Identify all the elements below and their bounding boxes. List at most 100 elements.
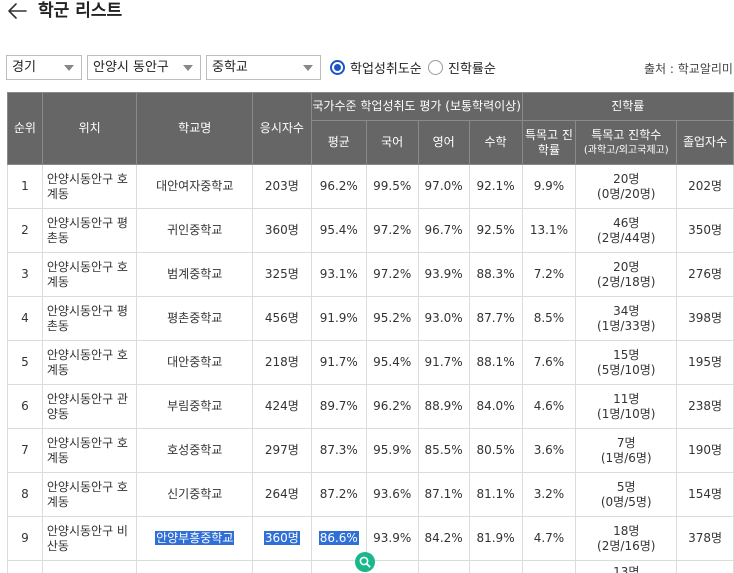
special-count-total: 11명 bbox=[613, 391, 640, 406]
school-name-cell: 신기중학교 bbox=[136, 472, 253, 517]
school-name-cell: 평촌중학교 bbox=[136, 296, 253, 341]
examinees-cell: 424명 bbox=[251, 384, 312, 429]
filter-bar: 경기 안양시 동안구 중학교 학업성취도순 진학률순 출처 : 학교알리미 bbox=[6, 55, 734, 81]
math-cell: 88.1% bbox=[468, 340, 523, 385]
col-school[interactable]: 학교명 bbox=[136, 92, 253, 165]
col-special-rate[interactable]: 특목고 진학률 bbox=[521, 120, 577, 165]
special-count-total: 15명 bbox=[613, 347, 640, 362]
location-cell: 안양시동안구 호계동 bbox=[41, 164, 138, 209]
school-name-cell: 범계중학교 bbox=[136, 252, 253, 297]
school-name-cell: 대안중학교 bbox=[136, 340, 253, 385]
avg-cell: 96.2% bbox=[310, 164, 367, 209]
special-rate-cell: 4.7% bbox=[521, 516, 577, 561]
col-korean[interactable]: 국어 bbox=[365, 120, 419, 165]
col-special-count-label: 특목고 진학수 bbox=[591, 127, 662, 142]
english-cell: 88.9% bbox=[417, 384, 470, 429]
math-cell: 81.1% bbox=[468, 472, 523, 517]
col-location[interactable]: 위치 bbox=[41, 92, 138, 165]
math-cell: 87.7% bbox=[468, 296, 523, 341]
school-name-cell: 호성중학교 bbox=[136, 428, 253, 473]
table-row[interactable]: 4 안양시동안구 평촌동 평촌중학교 456명 91.9% 95.2% 93.0% 87.7%… bbox=[7, 296, 734, 341]
rank-cell: 9 bbox=[7, 516, 43, 561]
location-cell: 안양시동안구 호계동 bbox=[41, 340, 138, 385]
source-note: 출처 : 학교알리미 bbox=[644, 62, 733, 76]
english-cell: 91.7% bbox=[417, 340, 470, 385]
col-avg[interactable]: 평균 bbox=[310, 120, 367, 165]
examinees-cell: 456명 bbox=[251, 296, 312, 341]
sort-radio-achievement[interactable]: 학업성취도순 bbox=[330, 57, 422, 77]
special-rate-cell: 8.5% bbox=[521, 296, 577, 341]
special-count-cell: 7명 (1명/6명) bbox=[575, 428, 678, 473]
sort-radio-advancement[interactable]: 진학률순 bbox=[428, 57, 496, 77]
col-graduates[interactable]: 졸업자수 bbox=[676, 120, 734, 165]
special-count-cell: 20명 (2명/18명) bbox=[575, 252, 678, 297]
location-cell: 안양시동안구 호계동 bbox=[41, 428, 138, 473]
empty-cell bbox=[468, 560, 523, 573]
empty-cell bbox=[417, 560, 470, 573]
special-count-detail: (0명/5명) bbox=[600, 494, 652, 509]
english-cell: 93.0% bbox=[417, 296, 470, 341]
arrow-left-icon[interactable] bbox=[6, 2, 28, 20]
table-row[interactable]: 5 안양시동안구 호계동 대안중학교 218명 91.7% 95.4% 91.7% 88.1%… bbox=[7, 340, 734, 385]
table-row[interactable]: 1 안양시동안구 호계동 대안여자중학교 203명 96.2% 99.5% 97.0% 92.… bbox=[7, 164, 734, 209]
special-count-cell: 46명 (2명/44명) bbox=[575, 208, 678, 253]
special-count-cell: 20명 (0명/20명) bbox=[575, 164, 678, 209]
avg-cell: 89.7% bbox=[310, 384, 367, 429]
table-header: 순위 위치 학교명 응시자수 국가수준 학업성취도 평가 (보통학력이상) 진학… bbox=[7, 92, 734, 165]
math-cell: 84.0% bbox=[468, 384, 523, 429]
graduates-cell: 378명 bbox=[676, 516, 734, 561]
search-fab[interactable] bbox=[355, 552, 375, 572]
district-select[interactable]: 안양시 동안구 bbox=[87, 55, 201, 80]
col-examinees[interactable]: 응시자수 bbox=[251, 92, 312, 165]
special-count-cell: 5명 (0명/5명) bbox=[575, 472, 678, 517]
location-cell: 안양시동안구 비산동 bbox=[41, 516, 138, 561]
school-name-cell: 대안여자중학교 bbox=[136, 164, 253, 209]
korean-cell: 97.2% bbox=[365, 208, 419, 253]
graduates-cell: 276명 bbox=[676, 252, 734, 297]
school-name-cell: 안양부흥중학교 bbox=[136, 516, 253, 561]
korean-cell: 96.2% bbox=[365, 384, 419, 429]
table-row[interactable]: 2 안양시동안구 평촌동 귀인중학교 360명 95.4% 97.2% 96.7% 92.5%… bbox=[7, 208, 734, 253]
location-cell: 안양시동안구 호계동 bbox=[41, 472, 138, 517]
special-count-total: 18명 bbox=[613, 523, 640, 538]
province-select[interactable]: 경기 bbox=[6, 55, 82, 80]
rank-cell: 8 bbox=[7, 472, 43, 517]
examinees-cell: 218명 bbox=[251, 340, 312, 385]
avg-cell: 91.7% bbox=[310, 340, 367, 385]
korean-cell: 99.5% bbox=[365, 164, 419, 209]
special-rate-cell: 3.2% bbox=[521, 472, 577, 517]
korean-cell: 95.9% bbox=[365, 428, 419, 473]
table-row[interactable]: 3 안양시동안구 호계동 범계중학교 325명 93.1% 97.2% 93.9% 88.3%… bbox=[7, 252, 734, 297]
special-count-total: 7명 bbox=[616, 435, 636, 450]
selected-text: 360명 bbox=[263, 531, 300, 545]
province-value: 경기 bbox=[12, 60, 36, 75]
english-cell: 84.2% bbox=[417, 516, 470, 561]
col-special-count[interactable]: 특목고 진학수 (과학고/외고국제고) bbox=[575, 120, 678, 165]
chevron-down-icon bbox=[183, 65, 193, 71]
radio-unchecked-icon bbox=[428, 59, 443, 75]
avg-cell: 91.9% bbox=[310, 296, 367, 341]
korean-cell: 97.2% bbox=[365, 252, 419, 297]
location-cell: 안양시동안구 호계동 bbox=[41, 252, 138, 297]
empty-cell bbox=[521, 560, 577, 573]
empty-cell bbox=[676, 560, 734, 573]
sort-radio-label: 진학률순 bbox=[448, 61, 496, 77]
special-count-total: 20명 bbox=[613, 171, 640, 186]
special-count-detail: (0명/20명) bbox=[597, 186, 656, 201]
special-rate-cell: 9.9% bbox=[521, 164, 577, 209]
radio-checked-icon bbox=[330, 59, 345, 75]
special-count-detail: (1명/33명) bbox=[597, 318, 656, 333]
level-select[interactable]: 중학교 bbox=[206, 55, 321, 80]
table-row[interactable]: 8 안양시동안구 호계동 신기중학교 264명 87.2% 93.6% 87.1% 81.1%… bbox=[7, 472, 734, 517]
col-math[interactable]: 수학 bbox=[468, 120, 523, 165]
table-row[interactable]: 6 안양시동안구 관양동 부림중학교 424명 89.7% 96.2% 88.9% 84.0%… bbox=[7, 384, 734, 429]
col-english[interactable]: 영어 bbox=[417, 120, 470, 165]
table-row[interactable]: 7 안양시동안구 호계동 호성중학교 297명 87.3% 95.9% 85.5% 80.5%… bbox=[7, 428, 734, 473]
math-cell: 81.9% bbox=[468, 516, 523, 561]
empty-cell bbox=[41, 560, 138, 573]
special-count-detail: (2명/18명) bbox=[597, 274, 656, 289]
special-count-detail: (2명/16명) bbox=[597, 538, 656, 553]
search-icon bbox=[359, 556, 371, 568]
col-rank[interactable]: 순위 bbox=[7, 92, 43, 165]
special-count-detail: (1명/6명) bbox=[600, 450, 652, 465]
